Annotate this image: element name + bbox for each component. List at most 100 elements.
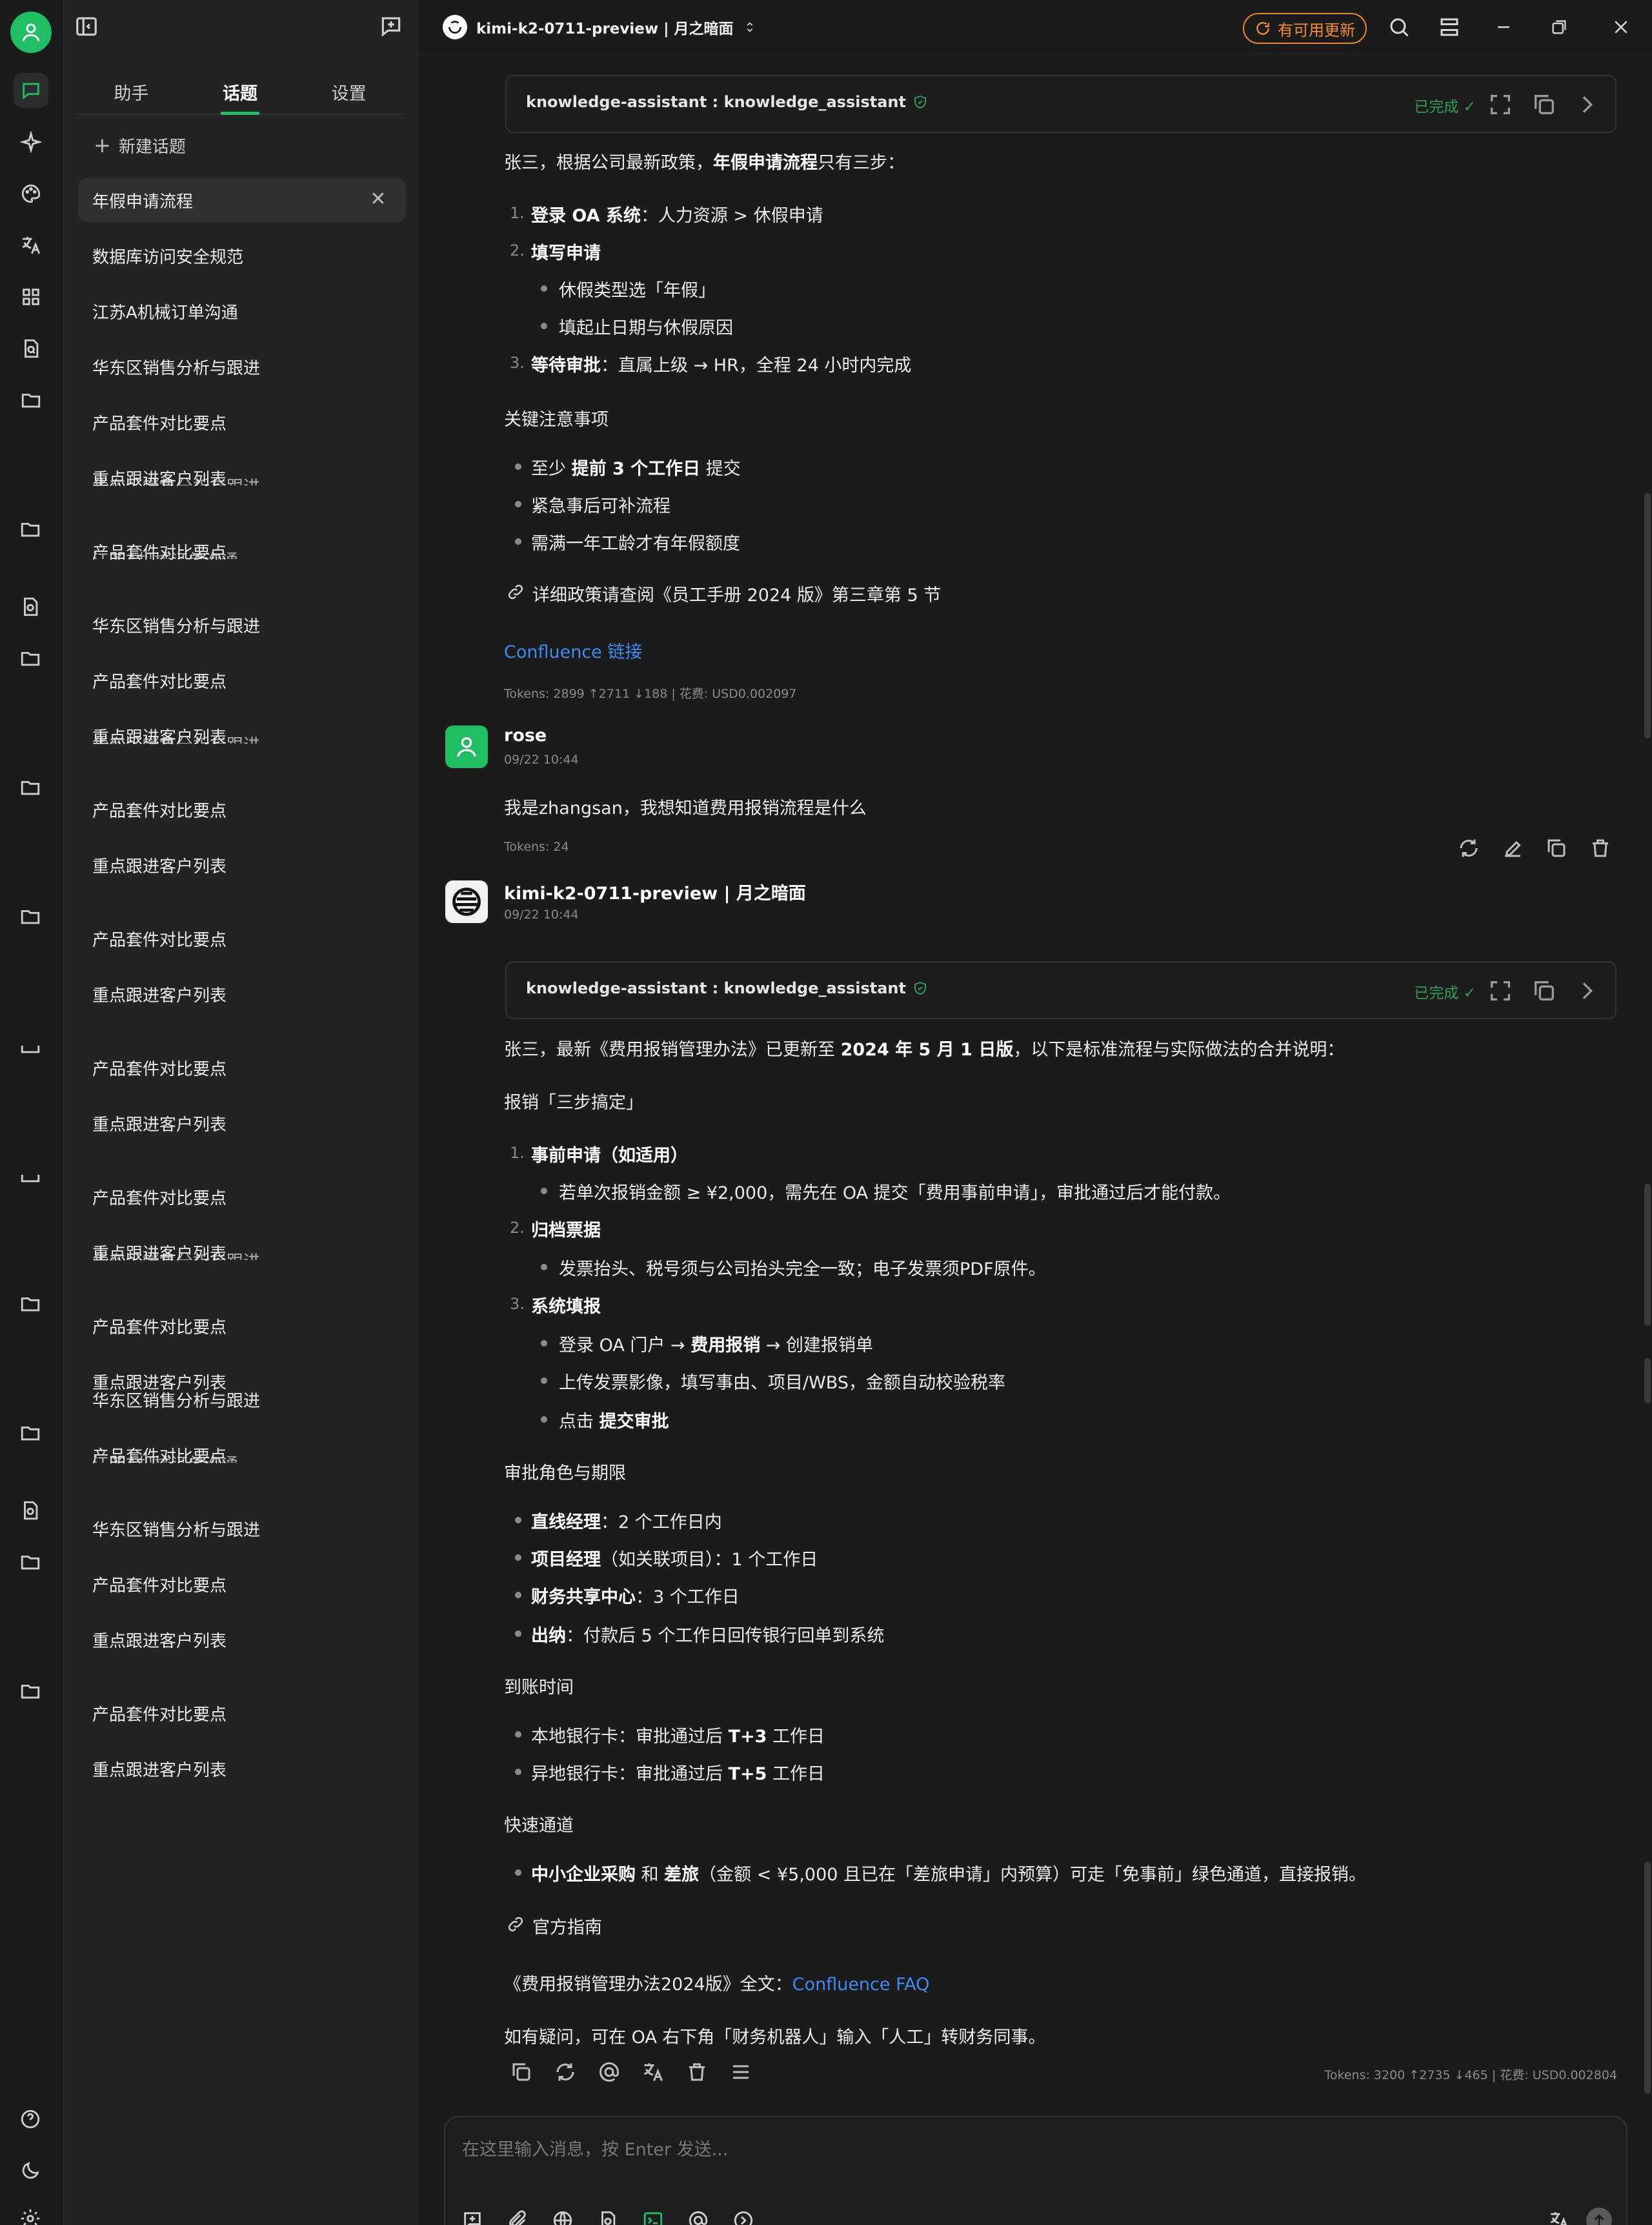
terminal-icon[interactable] [640,2208,666,2225]
chevron-circle-icon[interactable] [730,2208,756,2225]
folder-icon[interactable] [14,383,48,418]
apps-icon[interactable] [14,279,48,314]
confluence-link[interactable]: Confluence 链接 [504,638,642,663]
update-available-button[interactable]: 有可用更新 [1243,13,1367,44]
folder-icon[interactable] [19,1293,41,1315]
topic-item[interactable]: 产品套件对比要点 [78,1562,406,1606]
scrollbar-thumb[interactable] [1644,493,1651,738]
layout-icon[interactable] [1436,14,1462,40]
tool-call-card[interactable]: knowledge-assistant : knowledge_assistan… [505,75,1617,133]
collapse-sidebar-icon[interactable] [74,14,99,39]
close-icon[interactable]: ✕ [367,188,389,210]
topic-item[interactable]: 重点跟进客户列表 [78,972,406,1016]
knowledge-base-icon[interactable] [595,2208,621,2225]
scrollbar-thumb[interactable] [1644,1862,1651,2094]
topic-item[interactable]: 产品套件对比要点 [78,1046,406,1090]
folder-icon[interactable] [19,1422,41,1444]
translate-icon[interactable] [641,2060,665,2084]
tool-call-card[interactable]: knowledge-assistant : knowledge_assistan… [505,961,1617,1019]
chevron-right-icon[interactable] [1574,92,1600,117]
user-avatar[interactable] [445,726,488,768]
topic-item[interactable]: 产品套件对比要点 [78,658,406,702]
update-label: 有可用更新 [1278,21,1355,39]
new-topic-icon[interactable] [459,2208,485,2225]
user-avatar[interactable] [10,12,52,53]
scrollbar-thumb[interactable] [1644,1358,1651,1403]
message-input[interactable] [462,2137,1365,2162]
topic-item[interactable]: 产品套件对比要点 [78,787,406,831]
copy-icon[interactable] [1531,978,1557,1004]
folder-icon[interactable] [19,1164,41,1186]
assistant-avatar[interactable] [445,880,488,923]
topic-item[interactable]: 华东区销售分析与跟进 [78,1507,406,1550]
translate-icon[interactable] [1546,2208,1572,2225]
topic-item[interactable]: 重点跟进客户列表 [78,1101,406,1145]
mention-icon[interactable] [685,2208,711,2225]
globe-icon[interactable] [550,2208,576,2225]
search-icon[interactable] [1386,14,1412,40]
topic-item[interactable]: 华东区销售分析与跟进 [78,345,406,389]
topic-item[interactable]: 产品套件对比要点 [78,1304,406,1348]
copy-icon[interactable] [1531,92,1557,117]
copy-icon[interactable] [1545,837,1568,860]
model-selector[interactable]: kimi-k2-0711-preview | 月之暗面 [443,14,757,40]
topic-item[interactable]: 重点跟进客户列表 [78,1747,406,1791]
topic-item[interactable]: 产品套件对比要点 [78,917,406,960]
edit-icon[interactable] [1501,837,1524,860]
msg1-step3: 等待审批：直属上级 → HR，全程 24 小时内完成 [531,356,912,376]
msg3-section-title: 快速通道 [504,1816,574,1836]
translate-icon[interactable] [14,228,48,263]
expand-icon[interactable] [1487,92,1513,117]
topic-item[interactable]: 年假申请流程 ✕ [78,178,406,222]
minimize-icon[interactable] [1491,14,1516,40]
chat-icon[interactable] [14,73,48,108]
menu-icon[interactable] [729,2060,752,2084]
chevron-right-icon[interactable] [1574,978,1600,1004]
topic-item[interactable]: 华东区销售分析与跟进 [78,1377,406,1421]
new-topic-button[interactable]: + 新建话题 [94,132,186,158]
confluence-faq-link[interactable]: Confluence FAQ [792,1975,930,1995]
folder-icon[interactable] [19,1551,41,1573]
topic-item[interactable]: 江苏A机械订单沟通 [78,289,406,333]
regenerate-icon[interactable] [554,2060,577,2084]
topic-item[interactable]: 产品套件对比要点 [78,400,406,444]
topic-item[interactable]: 重点跟进客户列表 [78,843,406,887]
topic-item[interactable]: 华东区销售分析与跟进 [78,603,406,647]
topic-item[interactable]: 重点跟进客户列表 [78,1618,406,1661]
msg3-section-title: 审批角色与期限 [504,1463,626,1483]
expand-icon[interactable] [1487,978,1513,1004]
tab-assistant[interactable]: 助手 [77,70,186,114]
help-icon[interactable] [19,2108,41,2130]
tab-topics[interactable]: 话题 [186,70,295,115]
restore-icon[interactable] [1546,14,1572,40]
doc-search-icon[interactable] [14,331,48,366]
mention-icon[interactable] [598,2060,621,2084]
tab-settings[interactable]: 设置 [294,70,403,114]
folder-icon[interactable] [19,647,41,669]
doc-search-icon[interactable] [19,596,41,618]
moon-icon[interactable] [19,2160,41,2182]
gear-icon[interactable] [19,2208,41,2225]
send-button[interactable] [1586,2208,1612,2225]
attachment-icon[interactable] [505,2208,530,2225]
scrollbar-thumb[interactable] [1644,1184,1651,1326]
topic-item[interactable]: 产品套件对比要点 [78,1691,406,1735]
folder-icon[interactable] [19,518,41,540]
topic-item[interactable]: 产品套件对比要点 [78,1175,406,1219]
folder-icon[interactable] [19,777,41,798]
folder-icon[interactable] [19,1680,41,1702]
trash-icon[interactable] [1589,837,1612,860]
regenerate-icon[interactable] [1457,837,1480,860]
chat-scrollbar[interactable] [1643,54,1652,2132]
trash-icon[interactable] [685,2060,709,2084]
tool-status: 已完成 ✓ [1414,985,1476,1002]
folder-icon[interactable] [19,1035,41,1057]
topic-item[interactable]: 数据库访问安全规范 [78,234,406,278]
sparkle-icon[interactable] [14,125,48,159]
doc-search-icon[interactable] [19,1499,41,1521]
folder-icon[interactable] [19,906,41,928]
palette-icon[interactable] [14,176,48,211]
copy-icon[interactable] [510,2060,533,2084]
new-chat-icon[interactable] [379,14,403,39]
close-icon[interactable] [1608,14,1634,40]
